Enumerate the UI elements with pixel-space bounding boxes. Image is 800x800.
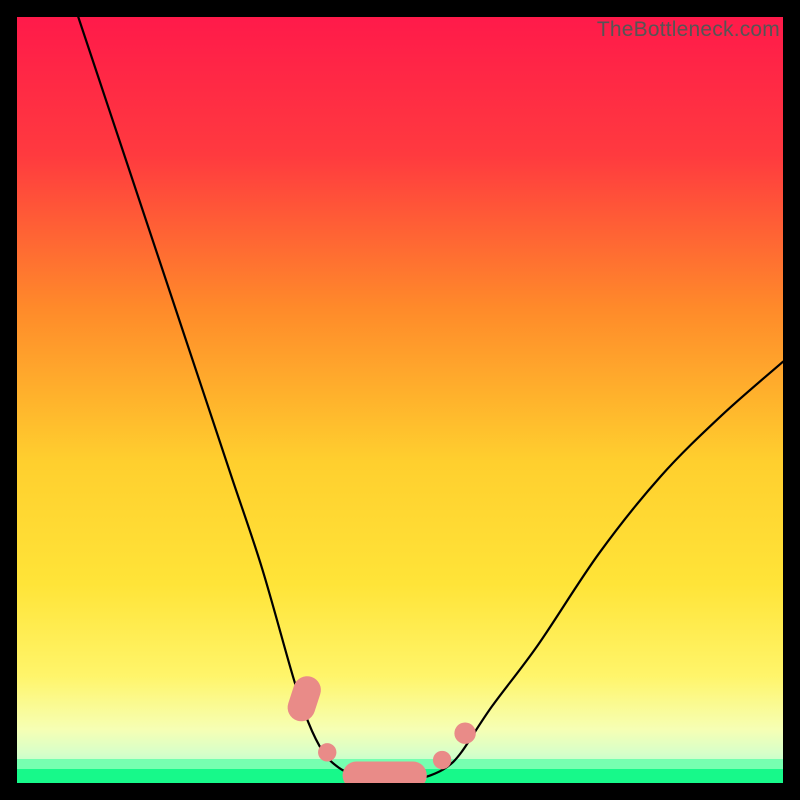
marker-dot bbox=[318, 743, 336, 761]
plot-area: TheBottleneck.com bbox=[17, 17, 783, 783]
marker-capsule bbox=[284, 673, 324, 725]
marker-dot bbox=[433, 751, 451, 769]
bottleneck-curve bbox=[17, 17, 783, 783]
marker-dot bbox=[454, 722, 475, 743]
marker-capsule bbox=[343, 762, 427, 783]
watermark-text: TheBottleneck.com bbox=[597, 18, 780, 42]
